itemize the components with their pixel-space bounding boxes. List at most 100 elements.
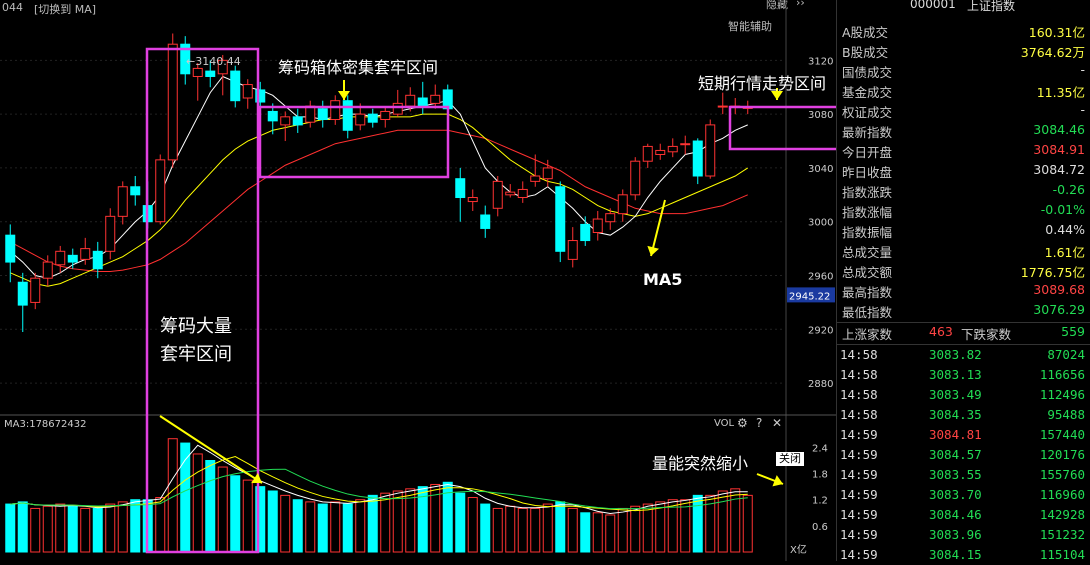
candle-body (192, 67, 203, 77)
volume-bar (292, 499, 303, 553)
trade-time: 14:59 (840, 427, 878, 442)
trade-time: 14:59 (840, 547, 878, 562)
trade-volume: 116656 (1039, 367, 1085, 382)
stat-value: 3084.72 (1033, 162, 1085, 177)
volume-bar (330, 501, 341, 553)
candle-body (505, 191, 516, 196)
volume-tick-label: 0.6 (812, 522, 828, 533)
stat-value: 160.31亿 (1028, 25, 1085, 40)
stat-label: A股成交 (842, 25, 889, 40)
volume-bar (605, 514, 616, 553)
help-icon[interactable]: ? (756, 416, 762, 430)
trade-volume: 95488 (1047, 407, 1085, 422)
candle-body (380, 110, 391, 121)
candle-body (355, 113, 366, 126)
volume-bar (317, 503, 328, 553)
candle-body (117, 186, 128, 217)
close-icon[interactable]: ✕ (772, 416, 782, 430)
volume-tick-label: 1.2 (812, 496, 828, 507)
trade-price: 3084.46 (929, 507, 982, 522)
volume-bar (217, 466, 228, 553)
stat-label: 指数涨跌 (842, 185, 893, 200)
volume-bar (392, 490, 403, 553)
candle-body (317, 108, 328, 121)
volume-bar (67, 505, 78, 553)
trade-price: 3083.96 (929, 527, 982, 542)
volume-bar (30, 507, 41, 553)
volume-bar (280, 494, 291, 553)
stat-label: B股成交 (842, 45, 889, 60)
down-count-value: 559 (1061, 324, 1085, 339)
volume-bar (230, 475, 241, 553)
candle-body (105, 215, 116, 252)
tick-trades-list[interactable]: 14:58 3083.82 87024 14:58 3083.13 116656 14:58… (837, 344, 1090, 562)
trade-volume: 112496 (1039, 387, 1085, 402)
candle-body (642, 145, 653, 162)
candle-body (242, 84, 253, 99)
stat-value: 0.44% (1045, 222, 1085, 237)
candle-body (555, 186, 566, 252)
volume-bar (617, 507, 628, 553)
candle-body (530, 175, 541, 182)
candle-body (655, 149, 666, 155)
trade-time: 14:58 (840, 387, 878, 402)
annotation-box1-text: 筹码箱体密集套牢区间 (278, 58, 439, 77)
stock-code: 000001 (910, 0, 956, 11)
stat-row: 基金成交 11.35亿 (837, 81, 1090, 101)
trade-volume: 157440 (1039, 427, 1085, 442)
volume-bar (242, 479, 253, 553)
trade-row: 14:59 3084.46 142928 (837, 505, 1090, 525)
vol-indicator-label[interactable]: VOL (714, 418, 734, 429)
candle-body (392, 102, 403, 115)
volume-bar (467, 497, 478, 553)
trade-volume: 155760 (1039, 467, 1085, 482)
stat-value: - (1080, 62, 1085, 77)
trade-time: 14:59 (840, 447, 878, 462)
volume-bar (492, 507, 503, 553)
candle-body (517, 188, 528, 199)
candle-body (130, 186, 141, 196)
trade-time: 14:59 (840, 527, 878, 542)
y-tick-label: 2960 (808, 272, 833, 283)
volume-tick-label: 2.4 (812, 443, 828, 454)
trade-price: 3084.81 (929, 427, 982, 442)
candle-body (155, 159, 166, 223)
stat-label: 今日开盘 (842, 145, 893, 160)
kline-chart-area[interactable]: 044 [切换到 MA] 隐藏 ›› 智能辅助 3120 3080 3040 3000… (0, 0, 836, 561)
annotation-box3-text: 短期行情走势区间 (698, 74, 827, 93)
stat-row: 国债成交 - (837, 61, 1090, 81)
candle-body (42, 261, 53, 279)
candle-body (680, 143, 691, 146)
candle-body (30, 277, 41, 303)
trade-price: 3084.15 (929, 547, 982, 562)
close-annotation-button[interactable]: 关闭 (776, 452, 804, 466)
candle-body (480, 214, 491, 229)
trade-volume: 87024 (1047, 347, 1085, 362)
stat-row: A股成交 160.31亿 (837, 21, 1090, 41)
stat-value: 3764.62万 (1020, 45, 1085, 60)
volume-bar (642, 503, 653, 553)
stat-value: -0.01% (1040, 202, 1085, 217)
volume-bar (555, 501, 566, 553)
trade-row: 14:59 3083.70 116960 (837, 485, 1090, 505)
volume-bar (155, 497, 166, 553)
volume-unit-label: X亿 (790, 545, 807, 556)
stat-label: 最低指数 (842, 305, 893, 320)
gear-icon[interactable]: ⚙ (737, 416, 748, 430)
volume-bar (480, 503, 491, 553)
volume-bar (717, 490, 728, 553)
trade-time: 14:58 (840, 347, 878, 362)
volume-bar (92, 507, 103, 553)
candle-body (167, 43, 178, 161)
trade-price: 3084.35 (929, 407, 982, 422)
stat-value: 1776.75亿 (1020, 265, 1085, 280)
candle-body (5, 234, 16, 263)
trade-volume: 116960 (1039, 487, 1085, 502)
candle-body (455, 178, 466, 199)
volume-bar (542, 503, 553, 553)
volume-bar (5, 503, 16, 553)
stat-label: 总成交量 (842, 245, 893, 260)
stat-value: 11.35亿 (1036, 85, 1085, 100)
y-tick-label: 3040 (808, 164, 833, 175)
annotation-box2-line1: 筹码大量 (160, 316, 232, 337)
